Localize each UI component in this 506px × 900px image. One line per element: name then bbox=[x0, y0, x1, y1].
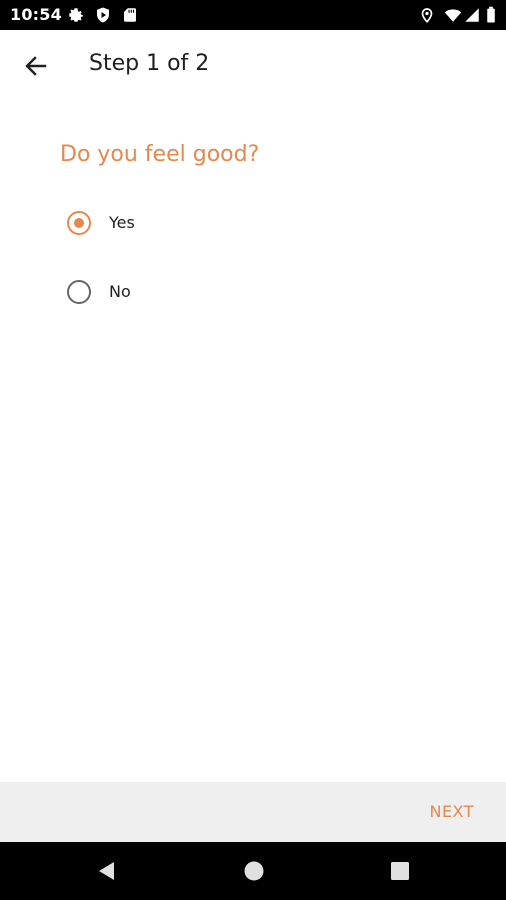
next-button[interactable]: NEXT bbox=[429, 802, 474, 821]
status-bar: 10:54 bbox=[0, 0, 506, 30]
radio-option-no[interactable]: No bbox=[60, 271, 360, 315]
radio-button-unchecked[interactable] bbox=[67, 280, 91, 304]
back-button[interactable] bbox=[18, 48, 54, 84]
radio-dot bbox=[74, 218, 84, 228]
status-time: 10:54 bbox=[10, 5, 62, 24]
system-nav-bar bbox=[0, 842, 506, 900]
page-title: Step 1 of 2 bbox=[89, 51, 210, 76]
question-text: Do you feel good? bbox=[60, 142, 260, 167]
arrow-left-icon bbox=[25, 56, 47, 76]
screen: 10:54 Step 1 of 2 Do you feel good? Yes … bbox=[0, 0, 506, 900]
radio-button-checked[interactable] bbox=[67, 211, 91, 235]
location-icon bbox=[418, 6, 436, 24]
radio-option-yes[interactable]: Yes bbox=[60, 202, 360, 246]
sd-card-icon bbox=[121, 6, 139, 24]
nav-back-button[interactable] bbox=[95, 859, 119, 883]
signal-icon bbox=[463, 6, 481, 24]
home-circle-icon bbox=[244, 861, 264, 881]
back-triangle-icon bbox=[99, 862, 114, 880]
radio-label-yes: Yes bbox=[109, 213, 135, 232]
nav-recents-button[interactable] bbox=[388, 859, 412, 883]
battery-icon bbox=[484, 6, 498, 24]
recents-square-icon bbox=[391, 862, 409, 880]
nav-home-button[interactable] bbox=[242, 859, 266, 883]
gear-icon bbox=[67, 6, 85, 24]
app-bar: Step 1 of 2 bbox=[0, 30, 506, 102]
shield-play-icon bbox=[94, 6, 112, 24]
radio-label-no: No bbox=[109, 282, 131, 301]
wifi-icon bbox=[444, 6, 462, 24]
bottom-action-bar: NEXT bbox=[0, 782, 506, 842]
